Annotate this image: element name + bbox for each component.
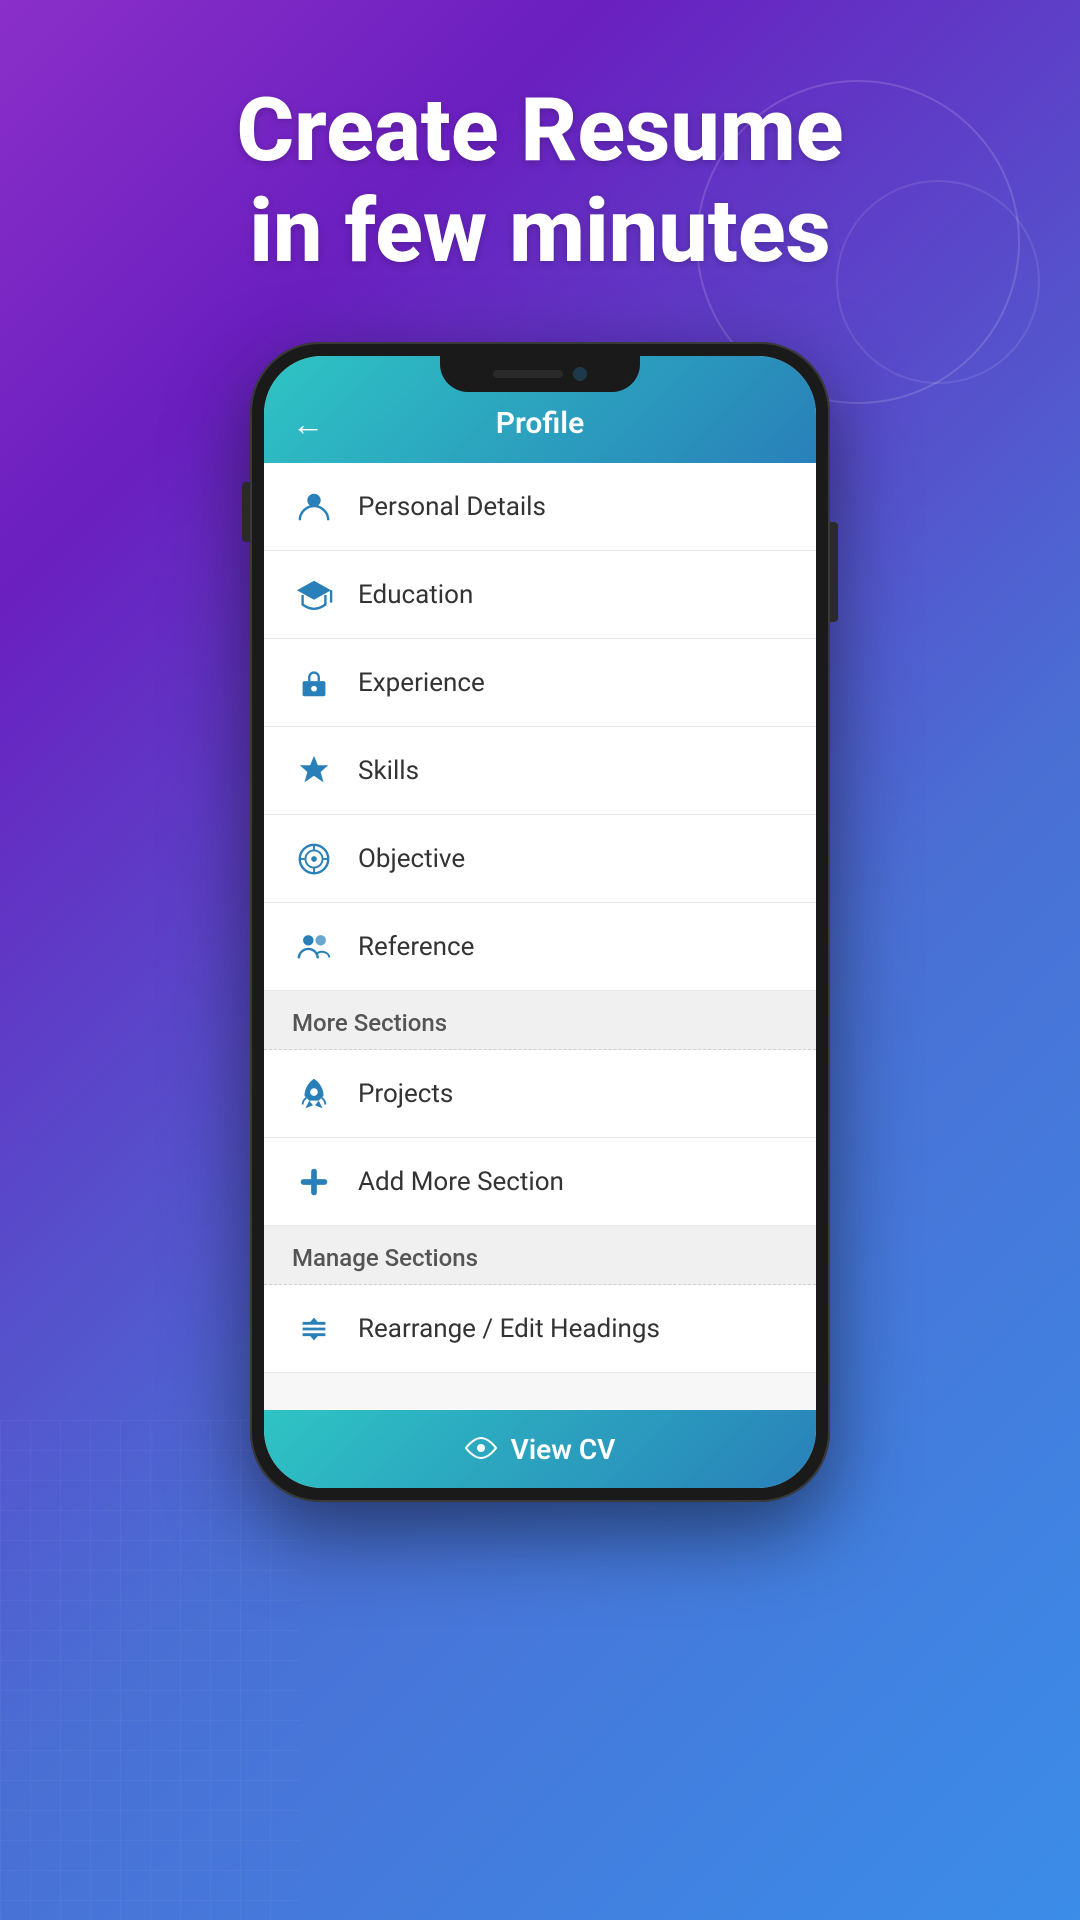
phone-notch	[440, 356, 640, 392]
rearrange-icon	[292, 1307, 336, 1351]
notch-speaker	[493, 370, 563, 378]
objective-icon	[292, 837, 336, 881]
menu-item-objective[interactable]: Objective	[264, 815, 816, 903]
hero-title: Create Resume in few minutes	[236, 80, 843, 282]
person-icon	[292, 485, 336, 529]
eye-icon	[465, 1433, 497, 1466]
manage-sections-header: Manage Sections	[264, 1226, 816, 1285]
skills-icon	[292, 749, 336, 793]
header-title: Profile	[496, 406, 584, 441]
menu-label-experience: Experience	[358, 668, 485, 698]
menu-label-education: Education	[358, 580, 473, 610]
phone-screen: ← Profile Personal Details	[264, 356, 816, 1488]
phone-frame: ← Profile Personal Details	[250, 342, 830, 1502]
view-cv-label: View CV	[511, 1433, 616, 1466]
more-sections-header: More Sections	[264, 991, 816, 1050]
phone-outer: ← Profile Personal Details	[250, 342, 830, 1502]
bottom-bar[interactable]: View CV	[264, 1410, 816, 1488]
menu-item-reference[interactable]: Reference	[264, 903, 816, 991]
menu-label-add-more: Add More Section	[358, 1167, 564, 1197]
plus-icon	[292, 1160, 336, 1204]
reference-icon	[292, 925, 336, 969]
notch-camera	[573, 367, 587, 381]
menu-label-reference: Reference	[358, 932, 474, 962]
menu-label-projects: Projects	[358, 1079, 453, 1109]
back-button[interactable]: ←	[292, 405, 324, 443]
menu-label-personal-details: Personal Details	[358, 492, 546, 522]
rocket-icon	[292, 1072, 336, 1116]
menu-item-add-more[interactable]: Add More Section	[264, 1138, 816, 1226]
menu-item-personal-details[interactable]: Personal Details	[264, 463, 816, 551]
menu-label-rearrange: Rearrange / Edit Headings	[358, 1314, 660, 1344]
menu-item-rearrange[interactable]: Rearrange / Edit Headings	[264, 1285, 816, 1373]
menu-item-skills[interactable]: Skills	[264, 727, 816, 815]
menu-item-education[interactable]: Education	[264, 551, 816, 639]
menu-list: Personal Details Education	[264, 463, 816, 1410]
menu-label-skills: Skills	[358, 756, 419, 786]
experience-icon	[292, 661, 336, 705]
hero-section: Create Resume in few minutes	[176, 0, 903, 332]
menu-item-experience[interactable]: Experience	[264, 639, 816, 727]
menu-label-objective: Objective	[358, 844, 465, 874]
education-icon	[292, 573, 336, 617]
menu-item-projects[interactable]: Projects	[264, 1050, 816, 1138]
